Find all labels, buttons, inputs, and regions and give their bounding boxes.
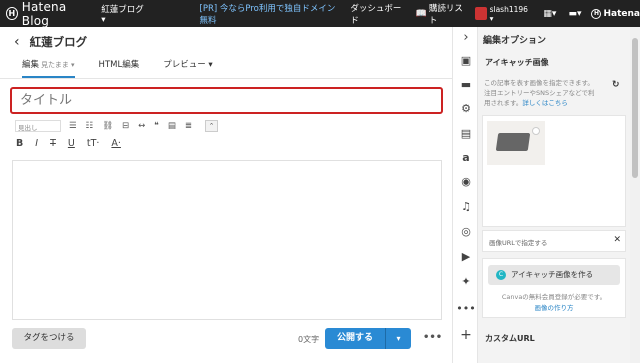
paragraph-icon[interactable]: ≣ — [185, 121, 192, 131]
collapse-toolbar-icon[interactable]: ⌃ — [205, 120, 219, 132]
title-input[interactable] — [10, 87, 443, 114]
cup-image — [532, 127, 540, 135]
width-icon[interactable]: ↔ — [138, 121, 145, 131]
reading-list-link[interactable]: 購読リスト — [429, 2, 467, 26]
music-icon[interactable]: ♫ — [453, 200, 479, 213]
hatena-text: Hatena — [603, 8, 640, 19]
image-icon[interactable]: ⊟ — [122, 121, 129, 131]
collapse-panel-icon[interactable]: › — [453, 30, 479, 45]
top-bar: H Hatena Blog 紅蓮ブログ ▾ [PR] 今ならPro利用で独自ドメ… — [0, 0, 640, 28]
edit-mode-select[interactable]: 見たまま ▾ — [41, 61, 75, 69]
eyecatch-title: アイキャッチ画像 — [485, 58, 549, 67]
tab-html[interactable]: HTML編集 — [99, 58, 140, 78]
more-options-icon[interactable]: ••• — [423, 332, 442, 343]
quote-icon[interactable]: ❝ — [154, 121, 159, 131]
underline-icon[interactable]: U — [68, 138, 75, 149]
laptop-image — [495, 133, 531, 151]
amazon-icon[interactable]: a — [453, 151, 479, 164]
pr-link[interactable]: [PR] 今ならPro利用で独自ドメイン無料 — [200, 2, 337, 26]
instagram-icon[interactable]: ◎ — [453, 225, 479, 238]
canva-note: Canvaの無料会員登録が必要です。 画像の作り方 — [484, 292, 624, 314]
tab-edit-label: 編集 — [22, 60, 40, 70]
scrollbar-thumb[interactable] — [632, 38, 638, 178]
tab-divider — [0, 78, 452, 79]
back-icon[interactable]: ‹ — [14, 34, 20, 50]
gear-icon[interactable]: ⚙ — [453, 102, 479, 115]
logo-text: Hatena Blog — [21, 0, 67, 28]
editor-tabs: 編集 見たまま ▾ HTML編集 プレビュー ▾ — [22, 58, 237, 78]
username-menu[interactable]: slash1196 ▾ — [490, 5, 530, 23]
more-icon[interactable]: ••• — [453, 302, 479, 315]
hatena-small-logo-icon: H — [591, 8, 602, 19]
bullet-list-icon[interactable]: ☰ — [69, 121, 77, 131]
eyecatch-description: この記事を表す画像を指定できます。注目エントリーやSNSシェアなどで利用されます… — [484, 78, 596, 108]
image-url-label: 画像URLで指定する — [489, 239, 548, 247]
char-count: 0文字 — [298, 335, 320, 344]
close-icon[interactable]: ✕ — [613, 235, 621, 245]
link-icon[interactable]: ⛓ — [102, 121, 113, 131]
image-url-row[interactable]: 画像URLで指定する ✕ — [482, 230, 626, 252]
font-color-icon[interactable]: A· — [111, 138, 121, 149]
twitter-icon[interactable]: ✦ — [453, 275, 479, 288]
toolbar-row-1: 見出し ☰ ☷ ⛓ ⊟ ↔ ❝ ▤ ≣ ⌃ — [15, 120, 219, 132]
photo-icon[interactable]: ▣ — [453, 54, 479, 67]
youtube-icon[interactable]: ▶ — [453, 250, 479, 263]
dashboard-link[interactable]: ダッシュボード — [350, 2, 403, 26]
blog-menu[interactable]: 紅蓮ブログ ▾ — [101, 3, 145, 25]
font-size-icon[interactable]: tT· — [87, 138, 100, 149]
add-tag-button[interactable]: タグをつける — [12, 328, 86, 349]
notification-icon[interactable]: ▬▾ — [568, 9, 581, 19]
hatena-logo-icon: H — [6, 7, 18, 20]
hatena-link[interactable]: H Hatena — [591, 8, 640, 19]
custom-url-title[interactable]: カスタムURL — [485, 333, 535, 344]
create-eyecatch-button[interactable]: C アイキャッチ画像を作る — [488, 265, 620, 285]
body-editor[interactable] — [12, 160, 442, 320]
table-icon[interactable]: ▤ — [168, 121, 176, 131]
numbered-list-icon[interactable]: ☷ — [86, 121, 94, 131]
document-icon[interactable]: ▤ — [453, 127, 479, 140]
howto-link[interactable]: 画像の作り方 — [484, 303, 624, 314]
bold-icon[interactable]: B — [16, 138, 23, 149]
refresh-icon[interactable]: ↻ — [612, 80, 620, 90]
tab-edit[interactable]: 編集 見たまま ▾ — [22, 58, 75, 78]
rakuten-icon[interactable]: ◉ — [453, 175, 479, 188]
italic-icon[interactable]: I — [35, 138, 38, 149]
create-eyecatch-label: アイキャッチ画像を作る — [511, 270, 594, 279]
heading-select[interactable]: 見出し — [15, 120, 61, 132]
avatar[interactable] — [474, 7, 487, 20]
panel-header: 編集オプション — [483, 36, 547, 46]
folder-icon[interactable]: ▬ — [453, 78, 479, 91]
tab-preview[interactable]: プレビュー ▾ — [163, 58, 212, 78]
book-icon: 📖 — [415, 8, 427, 19]
publish-button[interactable]: 公開する ▾ — [325, 328, 411, 349]
side-icon-bar: › ▣ ▬ ⚙ ▤ a ◉ ♫ ◎ ▶ ✦ ••• + — [452, 27, 478, 363]
publish-dropdown-icon[interactable]: ▾ — [386, 328, 411, 349]
blog-title: 紅蓮ブログ — [29, 35, 88, 49]
canva-icon: C — [496, 270, 506, 280]
toolbar-row-2: B I T U tT· A· — [16, 138, 133, 149]
apps-grid-icon[interactable]: ▦▾ — [543, 9, 556, 19]
strikethrough-icon[interactable]: T — [50, 138, 56, 149]
publish-label[interactable]: 公開する — [325, 328, 386, 349]
details-link[interactable]: 詳しくはこちら — [522, 99, 568, 107]
eyecatch-thumbnail[interactable] — [487, 121, 545, 165]
plus-icon[interactable]: + — [453, 327, 479, 343]
editor-header: ‹ 紅蓮ブログ — [14, 34, 87, 50]
canva-note-text: Canvaの無料会員登録が必要です。 — [501, 293, 607, 301]
hatena-blog-logo[interactable]: H Hatena Blog — [6, 0, 89, 28]
